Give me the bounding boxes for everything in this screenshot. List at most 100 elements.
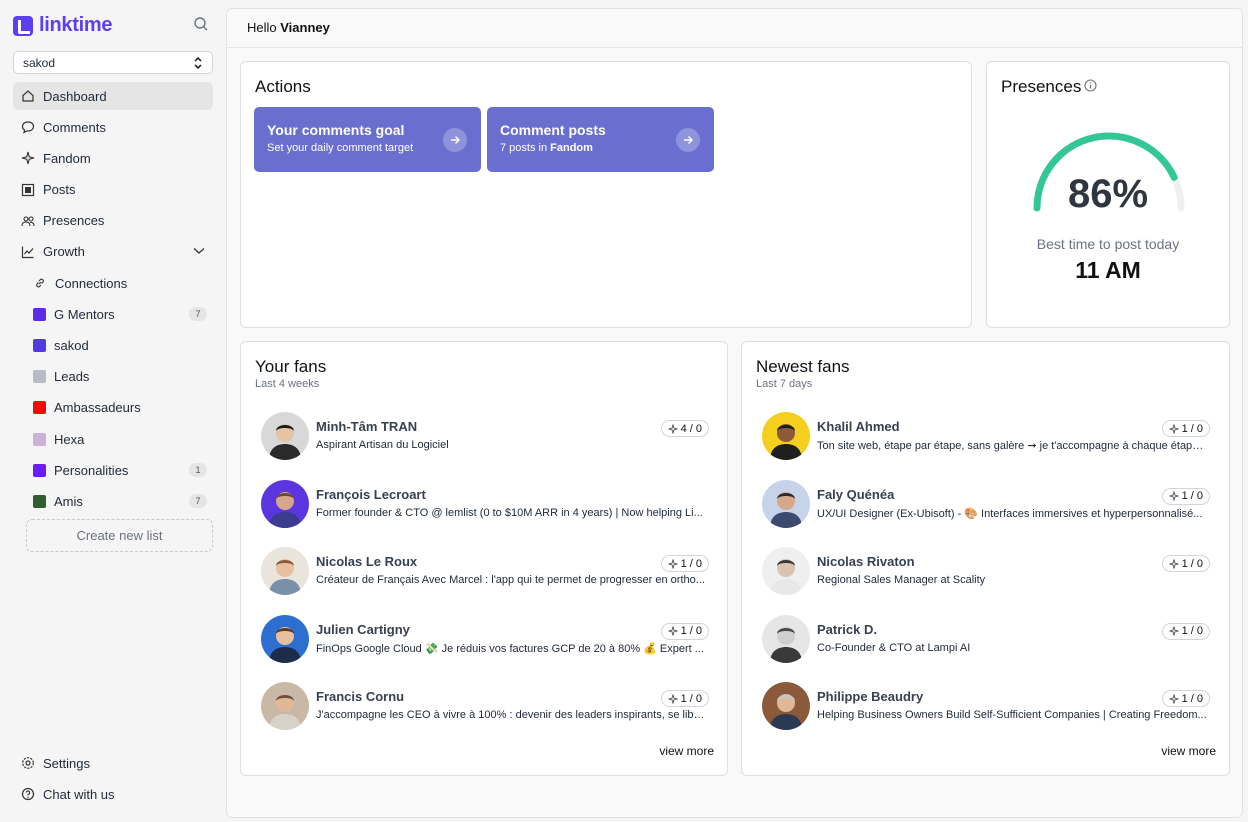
users-icon [21,214,35,228]
fan-score: 1 / 0 [1181,692,1203,705]
list-count-badge: 7 [189,307,207,322]
search-icon[interactable] [193,16,209,32]
fan-headline: J'accompagne les CEO à vivre à 100% : de… [316,709,708,721]
nav-posts[interactable]: Posts [13,176,213,204]
nav-label: Presences [43,213,105,229]
fan-score: 1 / 0 [680,557,702,570]
sidebar-list-item[interactable]: Amis 7 [13,487,213,515]
nav-dashboard[interactable]: Dashboard [13,82,213,110]
comments-goal-action[interactable]: Your comments goal Set your daily commen… [254,107,481,172]
list-label: Leads [54,369,90,385]
list-label: Amis [54,493,83,509]
chevron-down-icon[interactable] [193,247,205,255]
view-more-link[interactable]: view more [659,744,714,758]
fan-name[interactable]: Nicolas Le Roux [316,554,417,569]
sidebar-list-item[interactable]: G Mentors 7 [13,300,213,328]
list-color-swatch [33,339,46,352]
avatar [762,682,810,730]
presences-title: Presences [1001,77,1082,96]
nav-label: Comments [43,119,106,135]
best-time-value: 11 AM [1075,257,1141,283]
main-content: Hello Vianney Actions Your comments goal… [226,8,1243,818]
greeting: Hello Vianney [247,20,330,35]
nav-connections[interactable]: Connections [13,269,213,297]
fan-name[interactable]: Minh-Tâm TRAN [316,419,417,434]
create-list-button[interactable]: Create new list [26,519,213,552]
nav-chat[interactable]: Chat with us [13,780,213,808]
app-logo[interactable]: linktime [13,14,112,37]
list-label: Hexa [54,431,85,447]
fan-row[interactable]: Francis Cornu J'accompagne les CEO à vivr… [261,682,709,750]
fan-row[interactable]: Khalil Ahmed Ton site web, étape par étap… [762,412,1210,480]
fan-name[interactable]: Nicolas Rivaton [817,554,915,569]
info-icon[interactable] [1084,79,1097,97]
your-fans-title: Your fans [255,357,327,376]
nav-presences[interactable]: Presences [13,207,213,235]
fan-row[interactable]: François Lecroart Former founder & CTO @ … [261,479,709,548]
list-color-swatch [33,463,46,477]
comment-posts-action[interactable]: Comment posts 7 posts in Fandom [487,107,714,172]
fan-row[interactable]: Minh-Tâm TRAN Aspirant Artisan du Logicie… [261,412,709,480]
sidebar-list-item[interactable]: Hexa [13,425,213,453]
fan-name[interactable]: Patrick D. [817,622,877,637]
sidebar-list-item[interactable]: Leads [13,363,213,391]
avatar [762,479,810,528]
fan-row[interactable]: Philippe Beaudry Helping Business Owners … [762,682,1210,750]
action-subtitle: Set your daily comment target [267,142,414,154]
sparkle-icon [667,626,678,636]
fan-name[interactable]: Khalil Ahmed [817,419,900,434]
sidebar-list-item[interactable]: Personalities 1 [13,456,213,484]
nav-label: Growth [43,244,85,260]
fan-name[interactable]: Faly Quénéa [817,487,894,502]
newest-fans-list: Khalil Ahmed Ton site web, étape par étap… [762,412,1210,750]
main-nav: Dashboard Comments Fandom Posts Presence… [13,82,213,519]
link-icon [33,276,47,290]
workspace-value: sakod [23,55,56,70]
list-count-badge: 1 [189,463,207,478]
nav-label: Settings [43,755,90,771]
sparkle-icon [1168,626,1179,636]
newest-fans-card: Newest fans Last 7 days Khalil Ahmed Ton … [741,341,1230,776]
list-color-swatch [33,432,46,446]
fan-row[interactable]: Nicolas Rivaton Regional Sales Manager at… [762,547,1210,615]
help-icon [21,787,35,801]
nav-comments[interactable]: Comments [13,113,213,141]
fan-name[interactable]: Julien Cartigny [316,622,410,637]
action-title: Comment posts [500,122,606,138]
avatar [261,412,309,460]
fan-headline: Aspirant Artisan du Logiciel [316,439,449,451]
fan-name[interactable]: Philippe Beaudry [817,689,923,704]
sidebar-list-item[interactable]: sakod [13,332,213,360]
fan-name[interactable]: François Lecroart [316,487,426,502]
gear-icon [21,756,35,770]
fan-row[interactable]: Julien Cartigny FinOps Google Cloud 💸 Je … [261,614,709,683]
user-name: Vianney [280,20,330,35]
sidebar: linktime sakod Dashboard Comments Fandom… [0,0,226,822]
nav-fandom[interactable]: Fandom [13,144,213,172]
fan-row[interactable]: Faly Quénéa UX/UI Designer (Ex-Ubisoft) -… [762,479,1210,548]
fan-row[interactable]: Nicolas Le Roux Créateur de Français Avec… [261,547,709,615]
sparkle-icon [667,423,678,434]
nav-label: Fandom [43,150,91,166]
fan-name[interactable]: Francis Cornu [316,689,404,704]
fan-score: 1 / 0 [680,692,702,705]
fan-row[interactable]: Patrick D. Co-Founder & CTO at Lampi AI 1 … [762,614,1210,683]
workspace-select[interactable]: sakod [13,51,213,74]
list-color-swatch [33,370,46,384]
view-more-link[interactable]: view more [1161,744,1216,758]
fan-headline: Regional Sales Manager at Scality [817,574,986,586]
fan-score-badge: 1 / 0 [1161,420,1210,437]
sidebar-list-item[interactable]: Ambassadeurs [13,394,213,422]
list-label: G Mentors [54,306,115,322]
updown-chevron-icon [194,56,202,69]
nav-label: Connections [55,275,128,291]
action-subtitle-bold: Fandom [550,142,593,154]
avatar [762,614,810,663]
actions-title: Actions [255,77,311,96]
avatar [261,479,309,528]
avatar [261,614,309,663]
nav-growth[interactable]: Growth [13,238,213,266]
fan-score-badge: 1 / 0 [1161,487,1210,505]
nav-settings[interactable]: Settings [13,749,213,777]
bottom-nav: Settings Chat with us [13,749,213,811]
